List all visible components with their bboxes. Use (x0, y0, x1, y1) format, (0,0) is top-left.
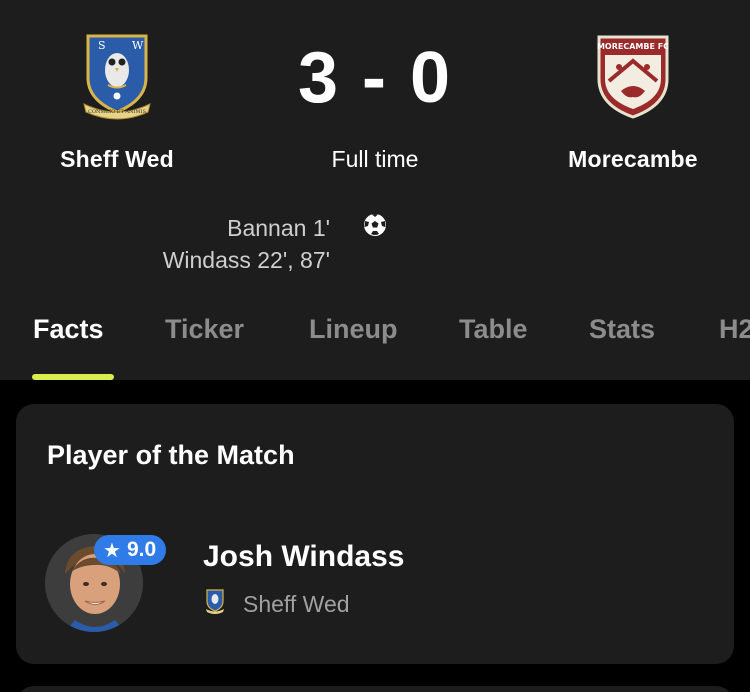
svg-text:MORECAMBE FC: MORECAMBE FC (597, 42, 669, 51)
goal-scorer-1: Bannan 1' (227, 215, 330, 241)
match-tabs: Facts Ticker Lineup Table Stats H2H (0, 300, 750, 380)
tab-table[interactable]: Table (459, 314, 528, 345)
tab-stats[interactable]: Stats (589, 314, 655, 345)
player-name[interactable]: Josh Windass (203, 540, 404, 574)
next-card-peek (16, 686, 734, 692)
card-title: Player of the Match (47, 440, 295, 470)
player-team-name: Sheff Wed (243, 591, 350, 617)
svg-text:S: S (98, 39, 106, 52)
match-status: Full time (331, 146, 419, 172)
home-team-crest-icon[interactable]: S W CONSILIO ET ANIMIS (80, 30, 154, 120)
active-tab-indicator (32, 374, 114, 380)
away-team-crest-icon[interactable]: MORECAMBE FC (595, 33, 671, 119)
home-goal-scorers: Bannan 1' Windass 22', 87' (163, 212, 330, 276)
svg-text:W: W (132, 39, 144, 52)
football-icon (362, 212, 388, 238)
player-rating: 9.0 (126, 538, 157, 561)
tab-lineup[interactable]: Lineup (309, 314, 398, 345)
star-icon: ★ (103, 539, 121, 562)
home-team-name[interactable]: Sheff Wed (17, 146, 217, 173)
player-rating-badge: ★ 9.0 (94, 535, 167, 565)
goal-scorer-2: Windass 22', 87' (162, 247, 330, 273)
tab-ticker[interactable]: Ticker (165, 314, 244, 345)
away-team-name[interactable]: Morecambe (533, 146, 733, 173)
match-header: S W CONSILIO ET ANIMIS MORECAMBE FC Shef… (0, 0, 750, 380)
tab-h2h[interactable]: H2H (719, 314, 750, 345)
svg-text:CONSILIO ET ANIMIS: CONSILIO ET ANIMIS (88, 109, 146, 115)
match-score: 3 - 0 (297, 38, 453, 118)
tab-facts[interactable]: Facts (33, 314, 104, 345)
player-of-match-card[interactable]: Player of the Match ★ 9.0 Josh Windass S… (16, 404, 734, 664)
sheffield-wednesday-crest-icon (205, 588, 225, 614)
